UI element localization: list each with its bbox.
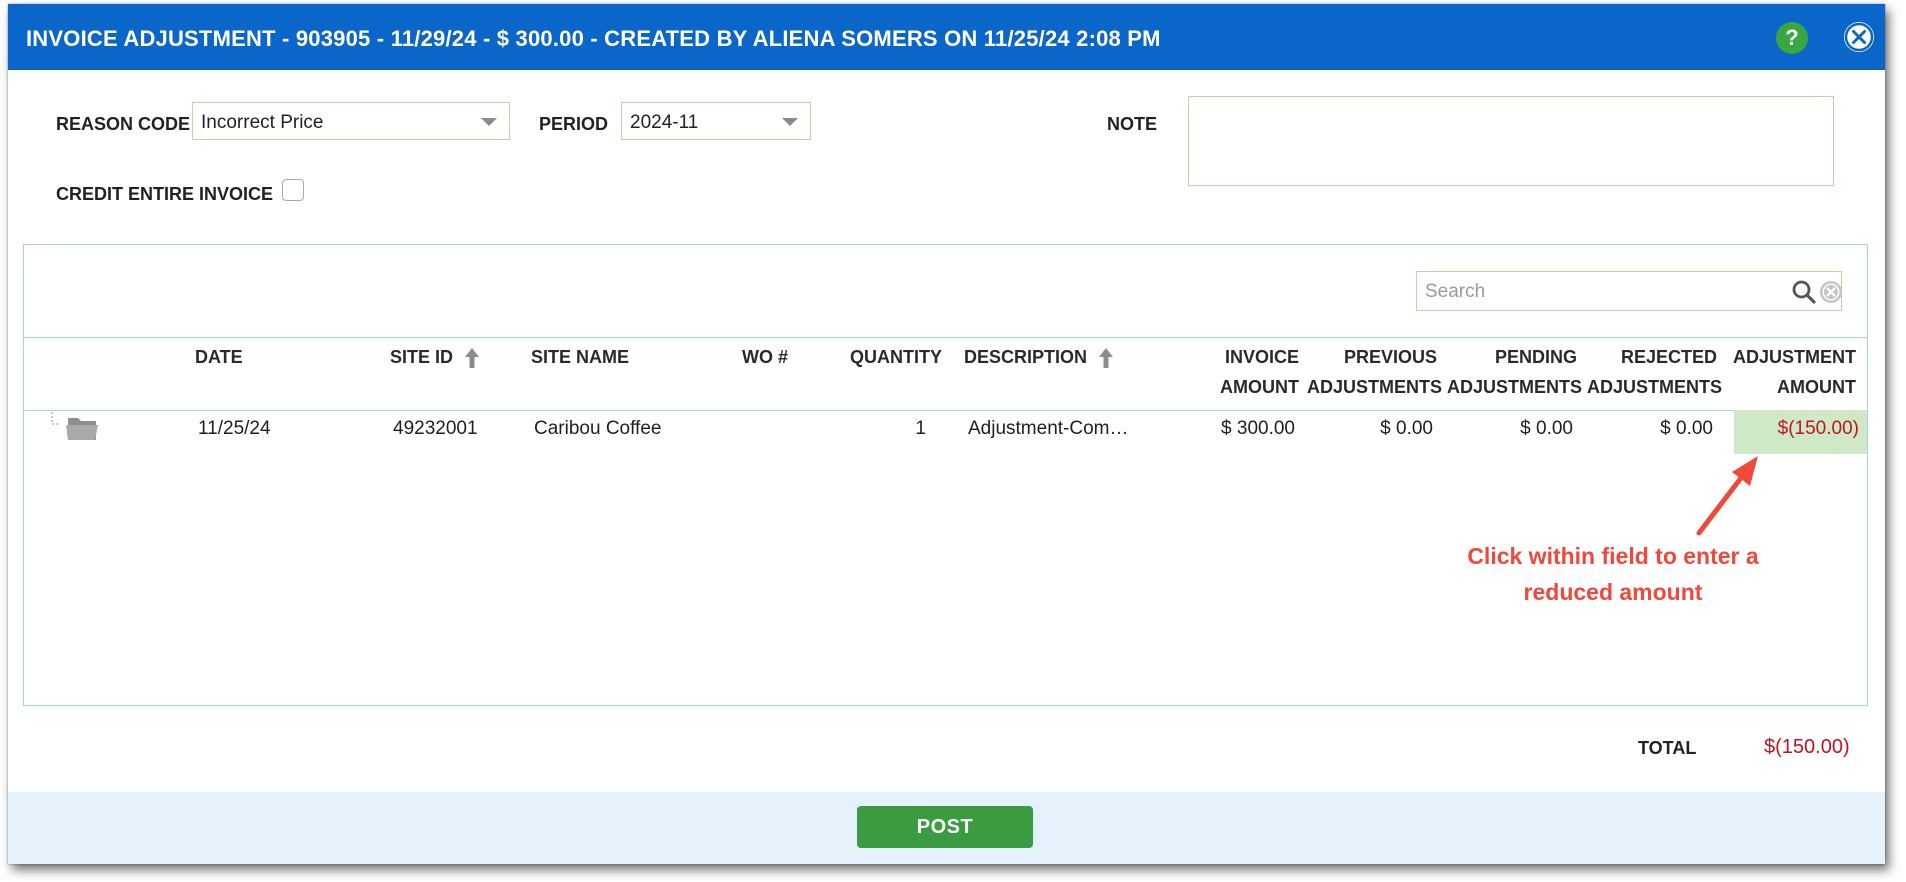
reason-code-select[interactable]: Incorrect Price: [192, 102, 510, 140]
invoice-adjustment-dialog: INVOICE ADJUSTMENT - 903905 - 11/29/24 -…: [8, 4, 1885, 864]
table-header: DATE SITE ID SITE NAME WO # QUANTITY DES…: [24, 337, 1867, 411]
cell-pending-adjustments: $ 0.00: [1520, 418, 1573, 439]
column-header-date[interactable]: DATE: [195, 342, 243, 372]
dialog-footer: POST: [8, 792, 1885, 864]
reason-code-label: REASON CODE: [56, 114, 191, 134]
clear-search-icon[interactable]: [1819, 280, 1843, 304]
column-header-adjustment-amount[interactable]: ADJUSTMENT AMOUNT: [1732, 342, 1856, 402]
column-header-rejected-adjustments[interactable]: REJECTED ADJUSTMENTS: [1587, 342, 1722, 402]
annotation-text: Click within field to enter a reduced am…: [1467, 543, 1759, 605]
cell-quantity: 1: [915, 418, 926, 439]
credit-entire-invoice-label: CREDIT ENTIRE INVOICE: [56, 184, 274, 204]
close-button[interactable]: [1844, 22, 1874, 52]
column-header-description[interactable]: DESCRIPTION: [964, 342, 1114, 372]
adjustment-amount-input[interactable]: $(150.00): [1734, 410, 1867, 454]
column-header-invoice-amount[interactable]: INVOICE AMOUNT: [1184, 342, 1299, 402]
note-input[interactable]: [1188, 96, 1834, 186]
period-label: PERIOD: [539, 114, 609, 134]
period-value: 2024-11: [630, 112, 699, 133]
post-button[interactable]: POST: [857, 806, 1033, 848]
adjustment-amount-value: $(150.00): [1777, 418, 1859, 439]
close-icon: [1844, 22, 1874, 52]
column-header-site-id[interactable]: SITE ID: [390, 342, 480, 372]
chevron-down-icon: [782, 118, 798, 126]
folder-icon[interactable]: [50, 410, 102, 444]
help-button[interactable]: ?: [1776, 22, 1808, 54]
annotation-arrow-icon: [1696, 456, 1758, 536]
cell-date: 11/25/24: [198, 418, 271, 439]
column-header-site-id-label: SITE ID: [390, 347, 454, 367]
adjustment-grid: DATE SITE ID SITE NAME WO # QUANTITY DES…: [23, 244, 1868, 706]
reason-code-value: Incorrect Price: [201, 112, 324, 133]
column-header-site-name[interactable]: SITE NAME: [531, 342, 629, 372]
sort-ascending-icon: [1099, 348, 1114, 369]
column-header-pending-adjustments[interactable]: PENDING ADJUSTMENTS: [1447, 342, 1582, 402]
cell-site-id: 49232001: [393, 418, 478, 439]
column-header-previous-adjustments[interactable]: PREVIOUS ADJUSTMENTS: [1307, 342, 1442, 402]
note-label: NOTE: [1107, 114, 1158, 134]
chevron-down-icon: [481, 118, 497, 126]
dialog-titlebar: INVOICE ADJUSTMENT - 903905 - 11/29/24 -…: [8, 4, 1885, 70]
search-box: [1416, 271, 1842, 311]
cell-rejected-adjustments: $ 0.00: [1660, 418, 1713, 439]
column-header-quantity[interactable]: QUANTITY: [850, 342, 942, 372]
cell-site-name: Caribou Coffee: [534, 418, 662, 439]
credit-entire-invoice-checkbox[interactable]: [282, 179, 304, 201]
total-value: $(150.00): [1764, 736, 1850, 758]
period-select[interactable]: 2024-11: [621, 102, 811, 140]
cell-previous-adjustments: $ 0.00: [1380, 418, 1433, 439]
column-header-wo[interactable]: WO #: [742, 342, 788, 372]
search-input[interactable]: [1423, 280, 1777, 304]
dialog-title: INVOICE ADJUSTMENT - 903905 - 11/29/24 -…: [26, 26, 1161, 51]
cell-invoice-amount: $ 300.00: [1221, 418, 1295, 439]
column-header-description-label: DESCRIPTION: [964, 347, 1088, 367]
table-row[interactable]: 11/25/24 49232001 Caribou Coffee 1 Adjus…: [24, 410, 1867, 454]
search-icon[interactable]: [1791, 279, 1817, 305]
cell-description: Adjustment-Com…: [968, 418, 1129, 439]
sort-ascending-icon: [465, 348, 480, 369]
total-label: TOTAL: [1638, 738, 1697, 758]
